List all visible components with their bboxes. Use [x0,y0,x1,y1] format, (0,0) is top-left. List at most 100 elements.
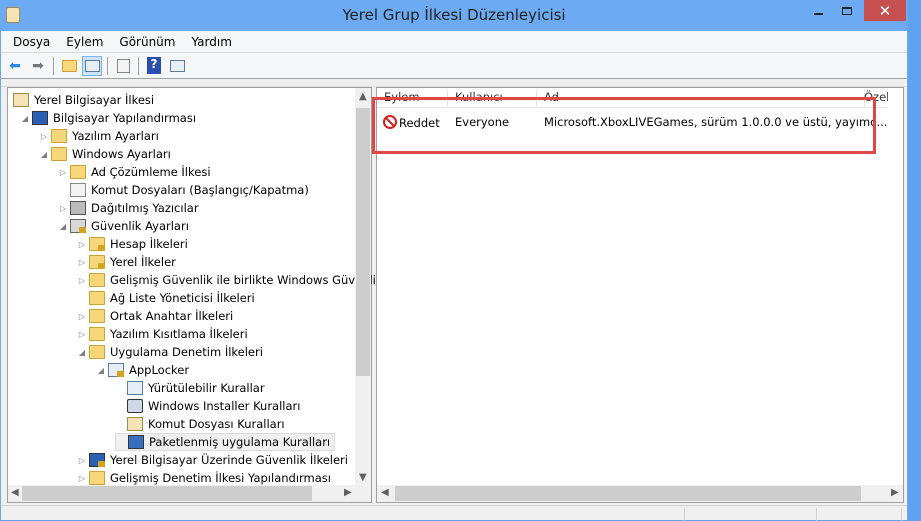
status-bar [1,505,907,521]
tree-item-label: Uygulama Denetim İlkeleri [110,345,263,359]
scroll-icon [13,93,29,107]
scroll-left-icon[interactable]: ◀ [11,487,19,498]
tree-item-label: Paketlenmiş uygulama Kuralları [149,435,331,449]
tree-item[interactable]: Windows Installer Kuralları [115,397,300,415]
tree-horizontal-scrollbar[interactable]: ◀ ▶ [8,485,371,502]
tree-item[interactable]: ▷ Hesap İlkeleri [77,235,188,253]
tree-item-label: Ad Çözümleme İlkesi [91,165,211,179]
scroll-left-icon[interactable]: ◀ [381,487,389,498]
menu-bar: Dosya Eylem Görünüm Yardım [1,31,907,53]
list-horizontal-scrollbar[interactable]: ◀ ▶ [377,485,903,502]
scroll-up-icon[interactable]: ▲ [359,91,367,102]
tree-item[interactable]: ▷ Yazılım Kısıtlama İlkeleri [77,325,248,343]
collapsed-arrow-icon[interactable]: ▷ [77,456,87,465]
menu-eylem[interactable]: Eylem [58,35,111,49]
back-button[interactable]: ⬅ [5,56,25,76]
forward-button[interactable]: ➡ [28,56,48,76]
folder-icon [89,327,105,341]
winic-icon [108,363,124,377]
collapsed-arrow-icon[interactable]: ▷ [58,204,68,213]
tree-item[interactable]: ▷ Gelişmiş Güvenlik ile birlikte Windows … [77,271,383,289]
tree-item-label: Yerel Bilgisayar Üzerinde Güvenlik İlkel… [110,453,348,467]
tree-item-label: Yürütülebilir Kurallar [148,381,265,395]
tree-vscroll-thumb[interactable] [356,108,370,376]
scroll-right-icon[interactable]: ▶ [344,487,352,498]
tree-item-label: Ortak Anahtar İlkeleri [110,309,234,323]
collapsed-arrow-icon[interactable]: ▷ [77,258,87,267]
tree-item-label: AppLocker [129,363,190,377]
tree-item[interactable]: Paketlenmiş uygulama Kuralları [115,433,336,451]
show-hide-tree-button[interactable] [82,55,102,76]
up-folder-button[interactable] [59,56,79,76]
show-hide-action-pane-button[interactable] [167,56,187,76]
collapsed-arrow-icon[interactable]: ▷ [58,168,68,177]
tree-item[interactable]: ◢ Güvenlik Ayarları [58,217,189,235]
help-button[interactable]: ? [144,56,164,76]
collapsed-arrow-icon[interactable]: ▷ [77,240,87,249]
expanded-arrow-icon[interactable]: ◢ [39,150,49,159]
menu-gorunum[interactable]: Görünüm [111,35,183,49]
tree-item[interactable]: ◢ AppLocker [96,361,189,379]
tree-item-label: Yazılım Kısıtlama İlkeleri [110,327,248,341]
tree-item[interactable]: ▷ Dağıtılmış Yazıcılar [58,199,199,217]
tree-item[interactable]: ▷ Ad Çözümleme İlkesi [58,163,211,181]
folder-icon [89,345,105,359]
tree-item[interactable]: Yürütülebilir Kurallar [115,379,265,397]
pc-icon [32,111,48,125]
folder-icon [89,273,105,287]
tree-item[interactable]: Yerel Bilgisayar İlkesi [13,91,154,109]
expanded-arrow-icon[interactable]: ◢ [58,222,68,231]
list-hscroll-thumb[interactable] [395,486,861,501]
collapsed-arrow-icon[interactable]: ▷ [77,312,87,321]
help-icon: ? [147,57,161,74]
close-button[interactable]: ✕ [864,0,906,21]
tree-item[interactable]: ▷ Ortak Anahtar İlkeleri [77,307,233,325]
tree-item-label: Windows Ayarları [72,147,171,161]
tree-item[interactable]: ◢ Uygulama Denetim İlkeleri [77,343,263,361]
main-window: Yerel Grup İlkesi Düzenleyicisi ✕ Dosya … [0,0,908,521]
tree-hscroll-thumb[interactable] [22,486,312,501]
expanded-arrow-icon[interactable]: ◢ [77,348,87,357]
expanded-arrow-icon[interactable]: ◢ [96,366,106,375]
clipped-strip [1,79,907,87]
title-bar: Yerel Grup İlkesi Düzenleyicisi ✕ [0,0,908,31]
tree-item[interactable]: ▷ Yerel İlkeler [77,253,176,271]
tree-pane: Yerel Bilgisayar İlkesi ◢ Bilgisayar Yapıl… [7,87,383,503]
tree-item[interactable]: ◢ Windows Ayarları [39,145,171,163]
show-hide-action-pane-icon [169,59,185,72]
tree-item-label: Ağ Liste Yöneticisi İlkeleri [110,291,255,305]
scroll-down-icon[interactable]: ▼ [359,472,367,483]
up-folder-icon [61,59,77,72]
minimize-button[interactable] [804,0,832,21]
tree-item[interactable]: ▷ Yerel Bilgisayar Üzerinde Güvenlik İlke… [77,451,348,469]
tree-item[interactable]: Komut Dosyaları (Başlangıç/Kapatma) [58,181,309,199]
expanded-arrow-icon[interactable]: ◢ [20,114,30,123]
collapsed-arrow-icon[interactable]: ▷ [77,474,87,483]
scroll-right-icon[interactable]: ▶ [891,487,899,498]
collapsed-arrow-icon[interactable]: ▷ [39,132,49,141]
tree-item-label: Hesap İlkeleri [110,237,188,251]
tree-item-label: Komut Dosyaları (Başlangıç/Kapatma) [91,183,309,197]
window-title: Yerel Grup İlkesi Düzenleyicisi [342,6,566,24]
tree-vertical-scrollbar[interactable]: ▲ ▼ [355,88,371,486]
export-list-button[interactable] [113,56,133,76]
folder-icon [89,291,105,305]
pkg-icon [128,435,144,449]
collapsed-arrow-icon[interactable]: ▷ [77,276,87,285]
tree-item[interactable]: Komut Dosyası Kuralları [115,415,285,433]
collapsed-arrow-icon[interactable]: ▷ [77,330,87,339]
tree-item[interactable]: ◢ Bilgisayar Yapılandırması [20,109,196,127]
toolbar-divider [107,56,108,75]
menu-yardim[interactable]: Yardım [183,35,239,49]
forward-icon: ➡ [32,57,44,74]
maximize-icon [842,6,852,15]
tree-item-label: Bilgisayar Yapılandırması [53,111,197,125]
doc-icon [70,183,86,197]
disc-icon [127,399,143,413]
maximize-button[interactable] [832,0,862,21]
printer-icon [70,201,86,215]
tree-item[interactable]: ▷ Yazılım Ayarları [39,127,159,145]
menu-dosya[interactable]: Dosya [5,35,58,49]
tree-item-label: Yerel İlkeler [110,255,176,269]
tree-item[interactable]: Ağ Liste Yöneticisi İlkeleri [77,289,255,307]
